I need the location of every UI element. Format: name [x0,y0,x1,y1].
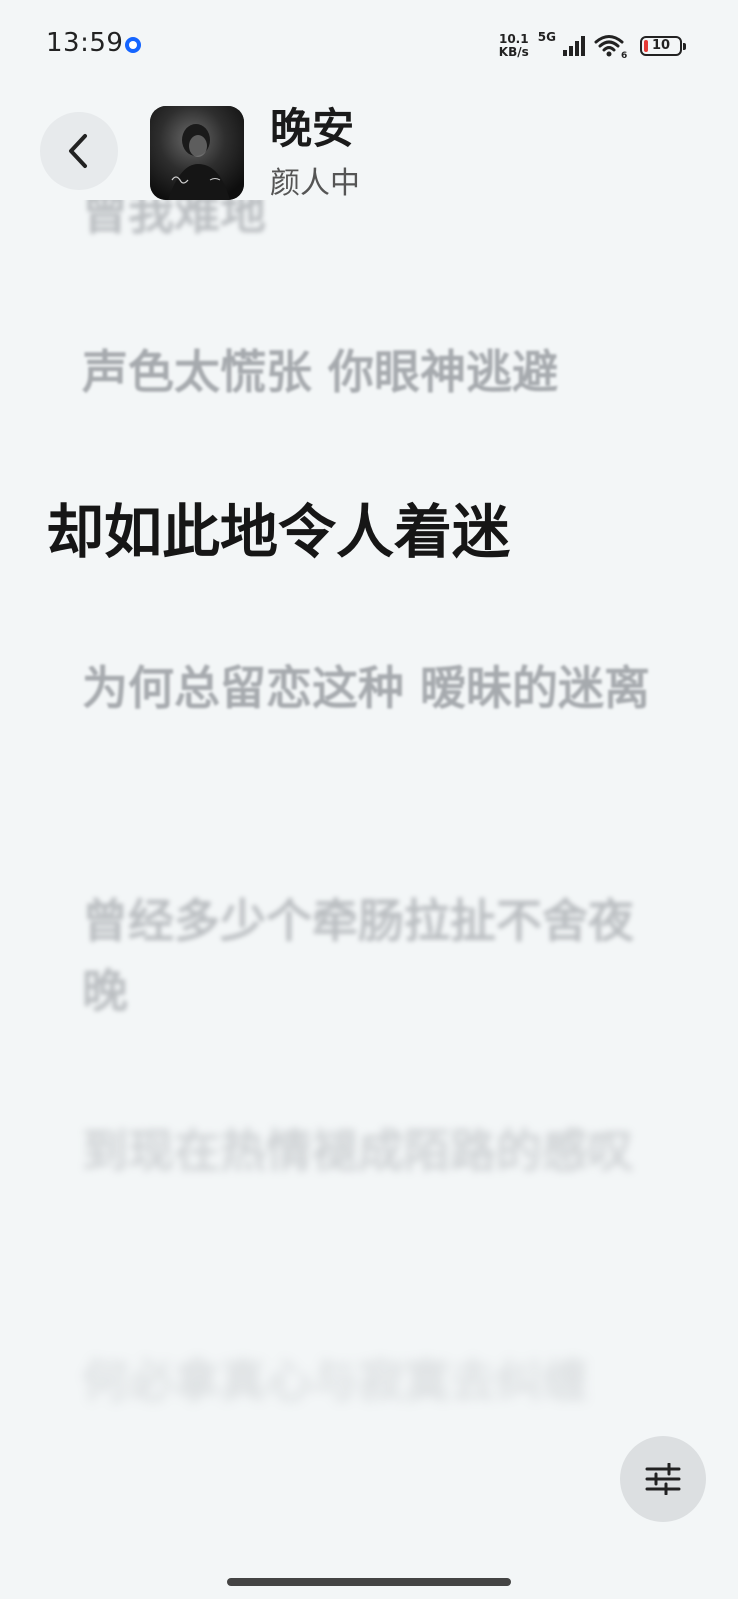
song-artist: 颜人中 [270,166,360,201]
sliders-icon [645,1463,681,1495]
signal-icon [563,36,585,56]
song-title: 晚安 [270,104,355,153]
status-time: 13:59 [46,28,124,58]
lyric-line-active[interactable]: 却如此地令人着迷 [46,494,686,570]
status-indicators: 10.1 KB/s 5G 6 10 [496,30,686,62]
lyrics-view[interactable]: 曾我难地 声色太慌张 你眼神逃避 却如此地令人着迷 为何总留恋这种 暧昧的迷离 … [0,200,738,1540]
battery-icon: 10 [640,36,686,56]
lyric-line[interactable]: 何必拿真心与寂寞去纠缠 [82,1346,662,1416]
record-icon [125,37,141,53]
wifi-badge: 6 [621,51,627,59]
album-cover-image [150,106,244,200]
network-speed-unit: KB/s [498,45,529,59]
lyric-line[interactable]: 到现在热情褪成陌路的感叹 [82,1116,662,1186]
wifi-icon: 6 [594,35,627,59]
lyric-line[interactable]: 为何总留恋这种 暧昧的迷离 [82,653,662,723]
network-speed: 10.1 KB/s [496,33,532,59]
chevron-left-icon [69,134,87,168]
back-button[interactable] [40,112,118,190]
lyric-line[interactable]: 声色太慌张 你眼神逃避 [82,337,662,407]
album-art[interactable] [150,106,244,200]
status-bar: 13:59 10.1 KB/s 5G 6 10 [0,0,738,90]
lyric-line-previous[interactable]: 曾我难地 [82,200,662,248]
home-indicator[interactable] [227,1578,511,1586]
lyric-line[interactable]: 曾经多少个牵肠拉扯不舍夜晚 [82,886,662,1026]
network-type: 5G [537,30,556,44]
lyrics-settings-button[interactable] [620,1436,706,1522]
battery-level: 10 [651,38,671,53]
